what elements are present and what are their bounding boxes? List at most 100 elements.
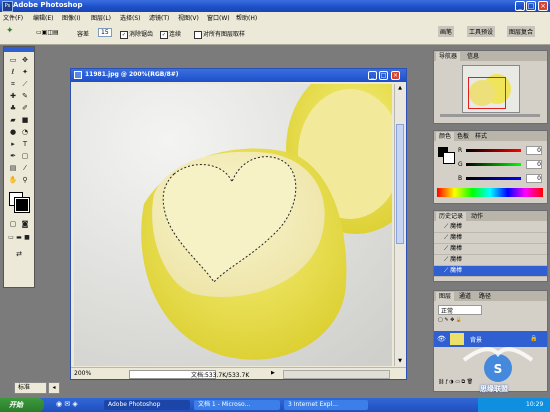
tab-swatches[interactable]: 色板 (454, 132, 472, 141)
document-icon (74, 71, 82, 79)
channel-b-slider[interactable] (466, 177, 521, 180)
panel-toggle-icon[interactable]: ◂ (48, 382, 60, 394)
task-ie[interactable]: 3 Internet Expl... (284, 400, 368, 410)
maximize-button[interactable]: □ (526, 1, 536, 11)
tab-brushes[interactable]: 画笔 (438, 26, 455, 37)
zoom-readout[interactable]: 200% (74, 370, 91, 377)
navigator-thumbnail[interactable] (462, 65, 520, 113)
gradient-tool-icon[interactable]: ■ (20, 115, 30, 125)
contiguous-checkbox[interactable]: ✓ 连续 (160, 29, 181, 39)
channel-r-slider[interactable] (466, 149, 521, 152)
brush-tool-icon[interactable]: ✎ (20, 91, 30, 101)
history-wand-icon: ⟋ (444, 223, 449, 230)
eraser-tool-icon[interactable]: ▰ (8, 115, 18, 125)
doc-minimize-button[interactable]: _ (368, 71, 377, 80)
history-item[interactable]: ⟋ 魔棒 (434, 255, 547, 266)
type-tool-icon[interactable]: T (20, 139, 30, 149)
navigator-zoom-slider[interactable] (440, 114, 540, 117)
stamp-tool-icon[interactable]: ♣ (8, 103, 18, 113)
toolbox-grip[interactable] (4, 47, 34, 52)
scroll-up-icon[interactable]: ▲ (396, 84, 404, 92)
selection-mode-icons[interactable]: ▭▣◫▤ (36, 29, 59, 36)
tab-history[interactable]: 历史记录 (436, 212, 467, 221)
menu-edit[interactable]: 编辑(E) (33, 13, 53, 22)
marquee-tool-icon[interactable]: ▭ (8, 55, 18, 65)
horizontal-scrollbar[interactable] (283, 370, 390, 379)
close-button[interactable]: × (538, 1, 548, 11)
document-titlebar[interactable]: 11981.jpg @ 200%(RGB/8#) _ □ × (71, 69, 406, 82)
menu-window[interactable]: 窗口(W) (207, 13, 230, 22)
history-item-selected[interactable]: ⟋ 魔棒 (434, 266, 547, 277)
channel-g-slider[interactable] (466, 163, 521, 166)
zoom-tool-icon[interactable]: ⚲ (20, 175, 30, 185)
menu-view[interactable]: 视图(V) (178, 13, 199, 22)
doc-maximize-button[interactable]: □ (379, 71, 388, 80)
quicklaunch-icons[interactable]: ◉ ✉ ◈ (56, 400, 78, 408)
task-word[interactable]: 文档 1 - Microso... (194, 400, 280, 410)
imageready-icon[interactable]: ⇄ (14, 249, 24, 259)
tab-color[interactable]: 颜色 (436, 132, 455, 141)
pen-tool-icon[interactable]: ✒ (8, 151, 18, 161)
history-item[interactable]: ⟋ 魔棒 (434, 233, 547, 244)
foreground-color-swatch[interactable] (14, 197, 30, 213)
quickmask-mode-icon[interactable]: ◙ (20, 219, 30, 229)
crop-tool-icon[interactable]: ⌗ (8, 79, 18, 89)
tab-layers[interactable]: 图层 (436, 292, 455, 301)
all-layers-checkbox[interactable]: 对所有图层取样 (194, 29, 245, 39)
antialias-checkbox[interactable]: ✓ 消除锯齿 (120, 29, 153, 39)
eye-icon[interactable]: 👁 (437, 335, 446, 343)
blend-mode-select[interactable]: 正常 (438, 305, 482, 315)
tab-styles[interactable]: 样式 (472, 132, 490, 141)
slice-tool-icon[interactable]: ⟋ (20, 79, 30, 89)
color-bg-swatch[interactable] (443, 152, 455, 164)
hand-tool-icon[interactable]: ✋ (8, 175, 18, 185)
tab-channels[interactable]: 通道 (456, 292, 474, 301)
notes-tool-icon[interactable]: ▤ (8, 163, 18, 173)
scroll-down-icon[interactable]: ▼ (396, 357, 404, 365)
tab-actions[interactable]: 动作 (468, 212, 486, 221)
standard-mode-icon[interactable]: ▢ (8, 219, 18, 229)
minimize-button[interactable]: _ (515, 1, 525, 11)
eyedropper-tool-icon[interactable]: ⁄ (20, 163, 30, 173)
scroll-thumb[interactable] (396, 124, 404, 244)
lasso-tool-icon[interactable]: ℓ (8, 67, 18, 77)
blur-tool-icon[interactable]: ● (8, 127, 18, 137)
move-tool-icon[interactable]: ✥ (20, 55, 30, 65)
image-canvas[interactable] (74, 84, 392, 366)
menu-filter[interactable]: 滤镜(T) (149, 13, 169, 22)
menu-file[interactable]: 文件(F) (3, 13, 23, 22)
tab-layer-comps[interactable]: 图层复合 (507, 26, 536, 37)
menu-layer[interactable]: 图层(L) (91, 13, 111, 22)
path-select-tool-icon[interactable]: ▸ (8, 139, 18, 149)
dodge-tool-icon[interactable]: ◔ (20, 127, 30, 137)
task-photoshop[interactable]: Adobe Photoshop (104, 400, 190, 410)
magic-wand-tool-icon[interactable]: ✦ (20, 67, 30, 77)
tab-navigator[interactable]: 导航器 (436, 52, 461, 61)
tab-paths[interactable]: 路径 (476, 292, 494, 301)
magic-wand-icon[interactable]: ✦ (6, 26, 14, 36)
screen-mode-3-icon[interactable]: ■ (22, 233, 32, 243)
history-item[interactable]: ⟋ 魔棒 (434, 244, 547, 255)
channel-r-value[interactable]: 0 (526, 146, 542, 155)
color-panel: 颜色 色板 样式 R 0 G 0 B 0 (433, 130, 548, 204)
navigator-view-box[interactable] (468, 77, 506, 109)
history-item[interactable]: ⟋ 魔棒 (434, 222, 547, 233)
status-menu-arrow-icon[interactable]: ▶ (271, 370, 275, 376)
menu-help[interactable]: 帮助(H) (236, 13, 257, 22)
tab-tool-presets[interactable]: 工具预设 (467, 26, 496, 37)
channel-g-value[interactable]: 0 (526, 160, 542, 169)
healing-tool-icon[interactable]: ✚ (8, 91, 18, 101)
menu-image[interactable]: 图像(I) (62, 13, 80, 22)
menu-select[interactable]: 选择(S) (120, 13, 141, 22)
tolerance-input[interactable]: 15 (98, 28, 112, 37)
lock-icons[interactable]: ▢ ✎ ✥ 🔒 (438, 317, 462, 323)
channel-b-value[interactable]: 0 (526, 174, 542, 183)
start-button[interactable]: 开始 (0, 398, 44, 412)
color-spectrum-bar[interactable] (437, 188, 543, 197)
tab-info[interactable]: 信息 (464, 52, 482, 61)
shape-tool-icon[interactable]: ▢ (20, 151, 30, 161)
history-brush-tool-icon[interactable]: ✐ (20, 103, 30, 113)
vertical-scrollbar[interactable]: ▲ ▼ (394, 84, 405, 366)
mode-label[interactable]: 标准 (14, 382, 47, 394)
doc-close-button[interactable]: × (391, 71, 400, 80)
